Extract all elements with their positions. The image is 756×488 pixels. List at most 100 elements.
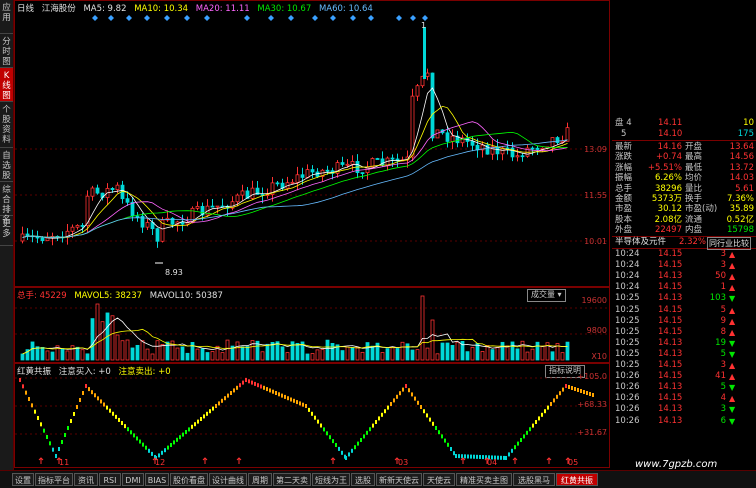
indicator-step bbox=[580, 389, 582, 393]
indicator-step bbox=[348, 452, 350, 457]
indicator-chart[interactable] bbox=[15, 364, 609, 467]
bottom-tab-3[interactable]: RSI bbox=[99, 473, 121, 486]
side-tab-6[interactable]: 更多 bbox=[0, 216, 13, 246]
sell-row-5[interactable]: 5 14.10 175 bbox=[612, 129, 756, 139]
candle-body bbox=[90, 187, 95, 197]
sector-row[interactable]: 半导体及元件 2.32% 同行业比较 bbox=[612, 236, 756, 250]
bottom-tab-12[interactable]: 新新天使云 bbox=[376, 473, 422, 486]
bottom-tab-4[interactable]: DMI bbox=[122, 473, 144, 486]
tick-time: 10:25 bbox=[615, 293, 640, 304]
indicator-step bbox=[467, 454, 469, 459]
indicator-step bbox=[314, 415, 316, 420]
tick-row: 10:24 14.15 1 ▲ bbox=[612, 282, 756, 293]
volume-bar bbox=[420, 295, 425, 361]
date-marker-4: 04 bbox=[487, 458, 498, 467]
indicator-step bbox=[28, 397, 30, 401]
volume-bar bbox=[550, 351, 555, 361]
volume-bar bbox=[430, 319, 435, 361]
indicator-step bbox=[435, 426, 437, 430]
side-tab-3[interactable]: 个股资料 bbox=[0, 102, 13, 148]
volume-bar bbox=[155, 340, 160, 361]
bottom-tab-10[interactable]: 短线为王 bbox=[312, 473, 350, 486]
candle-body bbox=[300, 174, 305, 178]
side-tab-0[interactable]: 应用 bbox=[0, 0, 13, 34]
tick-volume: 5 bbox=[720, 382, 726, 393]
side-tab-1[interactable]: 分时图 bbox=[0, 34, 13, 68]
quote-row: 股本 2.08亿 流通 0.52亿 bbox=[612, 215, 756, 225]
sell-row-4[interactable]: 盘 4 14.11 10 bbox=[612, 118, 756, 128]
quote-label: 涨跌 bbox=[615, 152, 633, 163]
sell-row-label: 盘 4 bbox=[615, 118, 632, 128]
quote-row: 涨幅 +5.51% 最低 13.72 bbox=[612, 163, 756, 173]
tick-price: 14.13 bbox=[658, 271, 683, 282]
volume-chart[interactable] bbox=[15, 288, 609, 362]
indicator-step bbox=[479, 454, 481, 459]
volume-bar bbox=[385, 348, 390, 361]
quote-label: 均价 bbox=[685, 173, 703, 184]
indicator-step bbox=[176, 437, 178, 442]
bottom-tab-9[interactable]: 第二天卖 bbox=[273, 473, 311, 486]
bottom-tab-1[interactable]: 指标平台 bbox=[35, 473, 73, 486]
bottom-tab-8[interactable]: 周期 bbox=[248, 473, 272, 486]
indicator-step bbox=[218, 401, 220, 406]
bottom-tab-6[interactable]: 股价看盘 bbox=[170, 473, 208, 486]
volume-bar bbox=[60, 348, 65, 361]
indicator-step bbox=[46, 435, 48, 439]
side-tab-2[interactable]: K线图 bbox=[0, 68, 13, 102]
indicator-step bbox=[284, 394, 286, 399]
indicator-step bbox=[293, 398, 295, 403]
indicator-step bbox=[390, 402, 392, 406]
indicator-step bbox=[553, 398, 555, 403]
tick-row: 10:25 14.13 103 ▼ bbox=[612, 293, 756, 304]
indicator-step bbox=[508, 452, 510, 457]
tick-row: 10:26 14.13 5 ▼ bbox=[612, 382, 756, 393]
volume-bar bbox=[175, 347, 180, 361]
indicator-step bbox=[82, 391, 84, 395]
indicator-step bbox=[505, 456, 507, 460]
signal-diamond-icon bbox=[288, 15, 294, 21]
indicator-step bbox=[464, 454, 466, 459]
bottom-tab-2[interactable]: 资讯 bbox=[74, 473, 98, 486]
indicator-step bbox=[127, 427, 129, 432]
indicator-step bbox=[320, 423, 322, 428]
bottom-tab-14[interactable]: 精准买卖主图 bbox=[456, 473, 512, 486]
indicator-step bbox=[118, 417, 120, 422]
candle-body bbox=[250, 187, 255, 199]
indicator-step bbox=[550, 402, 552, 406]
volume-bar bbox=[220, 352, 225, 361]
volume-bar bbox=[440, 342, 445, 361]
volume-bar bbox=[200, 348, 205, 361]
quote-row: 涨跌 +0.74 最高 14.56 bbox=[612, 152, 756, 162]
indicator-step bbox=[497, 455, 499, 460]
indicator-step bbox=[441, 434, 443, 439]
bottom-tab-16[interactable]: 红黄共振 bbox=[556, 473, 598, 486]
buy-arrow-icon bbox=[330, 457, 336, 464]
moving-average-line bbox=[22, 87, 568, 239]
side-tab-5[interactable]: 综合排名 bbox=[0, 182, 13, 225]
arrow-up-icon: ▲ bbox=[729, 250, 736, 259]
indicator-pane[interactable]: 红黄共振 注意买入: +0 注意卖出: +0 指标说明 +105.0 +68.3… bbox=[14, 363, 610, 468]
indicator-step bbox=[458, 454, 460, 459]
volume-bar bbox=[310, 353, 315, 361]
bottom-tab-15[interactable]: 选股黑马 bbox=[513, 473, 555, 486]
indicator-step bbox=[61, 440, 63, 444]
volume-bar bbox=[480, 351, 485, 361]
indicator-step bbox=[40, 422, 42, 427]
volume-pane[interactable]: 总手: 45229 MAVOL5: 38237 MAVOL10: 50387 成… bbox=[14, 287, 610, 363]
side-tab-4[interactable]: 自选股 bbox=[0, 148, 13, 182]
tick-volume: 4 bbox=[720, 393, 726, 404]
bottom-tab-7[interactable]: 设计曲线 bbox=[209, 473, 247, 486]
bottom-tab-5[interactable]: BIAS bbox=[145, 473, 169, 486]
quote-value: 7.36% bbox=[726, 194, 754, 204]
volume-bar bbox=[260, 351, 265, 361]
volume-bar bbox=[50, 351, 55, 361]
kline-chart[interactable] bbox=[15, 1, 609, 286]
quote-row: 最新 14.16 开盘 13.64 bbox=[612, 142, 756, 152]
indicator-step bbox=[31, 403, 33, 408]
bottom-tab-0[interactable]: 设置 bbox=[12, 473, 34, 486]
volume-bar bbox=[190, 342, 195, 361]
volume-bar bbox=[70, 345, 75, 361]
kline-pane[interactable]: 日线 江海股份 MA5: 9.82 MA10: 10.34 MA20: 11.1… bbox=[14, 0, 610, 287]
bottom-tab-13[interactable]: 天使云 bbox=[423, 473, 455, 486]
bottom-tab-11[interactable]: 选股 bbox=[351, 473, 375, 486]
